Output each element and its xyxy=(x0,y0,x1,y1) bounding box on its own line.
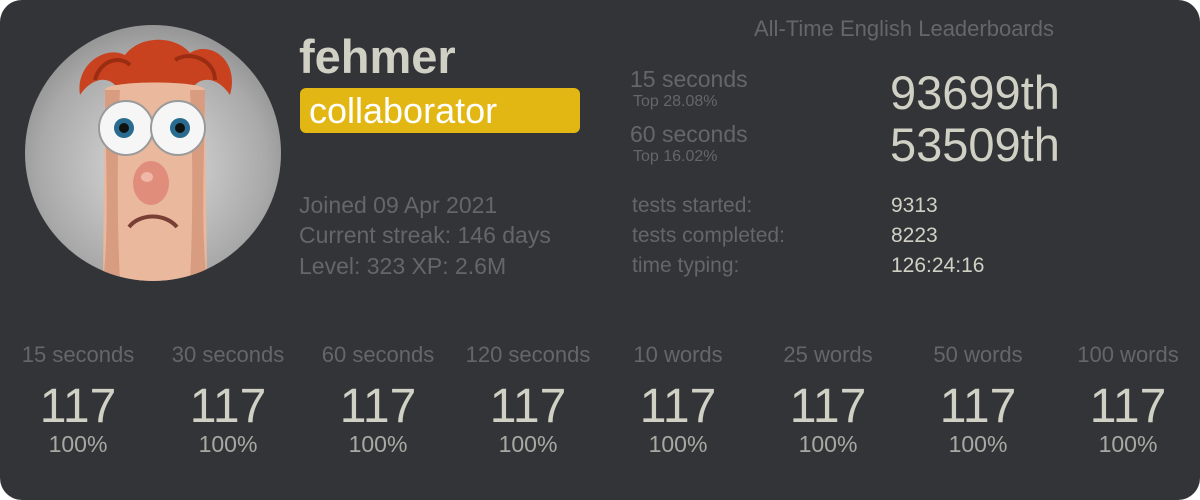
personal-best: 15 seconds 117 100% xyxy=(3,342,153,472)
stat-value: 126:24:16 xyxy=(891,254,985,277)
profile-card: fehmer collaborator Joined 09 Apr 2021 C… xyxy=(0,0,1200,500)
pb-wpm: 117 xyxy=(1089,380,1167,433)
personal-best: 25 words 117 100% xyxy=(753,342,903,472)
pb-accuracy: 100% xyxy=(348,431,408,457)
leaderboard-rank: 53509th xyxy=(890,118,1060,171)
pb-accuracy: 100% xyxy=(648,431,708,457)
personal-best: 120 seconds 117 100% xyxy=(453,342,603,472)
pb-wpm: 117 xyxy=(639,380,717,433)
username: fehmer xyxy=(299,30,456,83)
leaderboard-top-percent: Top 16.02% xyxy=(633,148,718,165)
pb-accuracy: 100% xyxy=(498,431,558,457)
personal-best: 50 words 117 100% xyxy=(903,342,1053,472)
stat-label: tests started: xyxy=(632,194,753,217)
pb-mode-label: 10 words xyxy=(633,342,723,367)
avatar-illustration xyxy=(79,39,232,281)
pb-mode-label: 120 seconds xyxy=(465,342,591,367)
pb-accuracy: 100% xyxy=(948,431,1008,457)
pb-accuracy: 100% xyxy=(198,431,258,457)
personal-best: 30 seconds 117 100% xyxy=(153,342,303,472)
pb-wpm: 117 xyxy=(339,380,417,433)
leaderboard-mode: 15 seconds xyxy=(630,66,748,92)
pb-mode-label: 100 words xyxy=(1077,342,1179,367)
role-badge-label: collaborator xyxy=(309,90,498,131)
pb-wpm: 117 xyxy=(489,380,567,433)
pb-mode-label: 30 seconds xyxy=(171,342,285,367)
pb-mode-label: 50 words xyxy=(933,342,1023,367)
pb-accuracy: 100% xyxy=(48,431,108,457)
pb-accuracy: 100% xyxy=(1098,431,1158,457)
stat-label: tests completed: xyxy=(632,224,785,247)
personal-best: 100 words 117 100% xyxy=(1053,342,1200,472)
leaderboards-title: All-Time English Leaderboards xyxy=(754,16,1054,41)
stat-value: 8223 xyxy=(891,224,938,247)
pb-wpm: 117 xyxy=(39,380,117,433)
stat-label: time typing: xyxy=(632,254,740,277)
stat-value: 9313 xyxy=(891,194,938,217)
pb-wpm: 117 xyxy=(189,380,267,433)
personal-best: 60 seconds 117 100% xyxy=(303,342,453,472)
pb-wpm: 117 xyxy=(789,380,867,433)
leaderboard-mode: 60 seconds xyxy=(630,121,748,147)
leaderboard-top-percent: Top 28.08% xyxy=(633,93,718,110)
avatar xyxy=(25,25,281,281)
role-badge: collaborator xyxy=(300,88,580,133)
current-streak: Current streak: 146 days xyxy=(299,222,551,248)
pb-accuracy: 100% xyxy=(798,431,858,457)
pb-wpm: 117 xyxy=(939,380,1017,433)
leaderboard-rank: 93699th xyxy=(890,66,1060,119)
personal-best: 10 words 117 100% xyxy=(603,342,753,472)
pb-mode-label: 60 seconds xyxy=(321,342,435,367)
joined-date: Joined 09 Apr 2021 xyxy=(299,192,498,218)
level-xp: Level: 323 XP: 2.6M xyxy=(299,253,507,279)
pb-mode-label: 15 seconds xyxy=(21,342,135,367)
pb-mode-label: 25 words xyxy=(783,342,873,367)
